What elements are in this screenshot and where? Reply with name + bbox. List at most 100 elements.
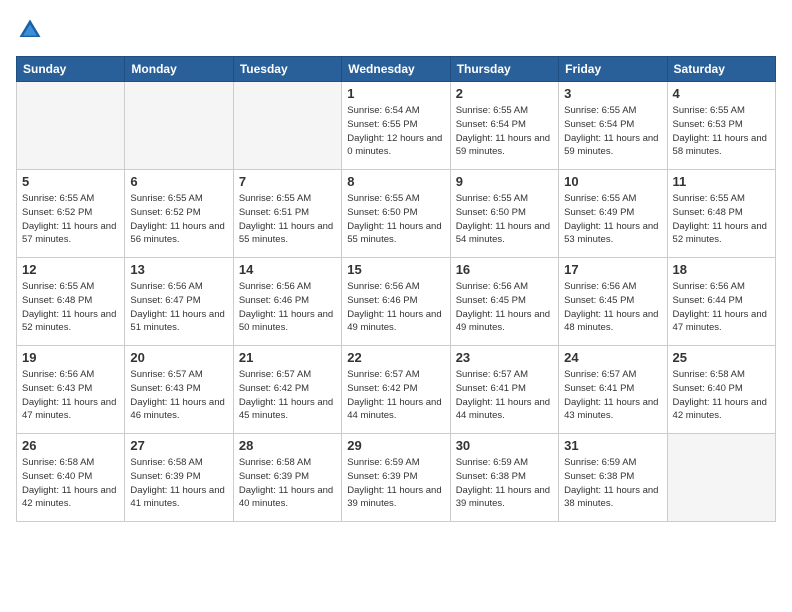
- header: [16, 16, 776, 44]
- calendar-day-2: 2 Sunrise: 6:55 AMSunset: 6:54 PMDaylight…: [450, 82, 558, 170]
- calendar-day-13: 13 Sunrise: 6:56 AMSunset: 6:47 PMDayligh…: [125, 258, 233, 346]
- calendar-day-26: 26Sunrise: 6:58 AMSunset: 6:40 PMDayligh…: [17, 434, 125, 522]
- calendar-day-24: 24 Sunrise: 6:57 AMSunset: 6:41 PMDayligh…: [559, 346, 667, 434]
- calendar-header-saturday: Saturday: [667, 57, 775, 82]
- day-number: 10: [564, 174, 661, 189]
- day-number: 28: [239, 438, 336, 453]
- calendar-day-12: 12 Sunrise: 6:55 AMSunset: 6:48 PMDayligh…: [17, 258, 125, 346]
- day-info: Sunrise: 6:58 AMSunset: 6:39 PMDaylight:…: [130, 456, 227, 511]
- calendar-day-19: 19Sunrise: 6:56 AMSunset: 6:43 PMDayligh…: [17, 346, 125, 434]
- day-number: 16: [456, 262, 553, 277]
- day-info: Sunrise: 6:55 AMSunset: 6:50 PMDaylight:…: [347, 192, 444, 247]
- day-info: Sunrise: 6:55 AMSunset: 6:50 PMDaylight:…: [456, 192, 553, 247]
- calendar-table: SundayMondayTuesdayWednesdayThursdayFrid…: [16, 56, 776, 522]
- calendar-day-8: 8 Sunrise: 6:55 AMSunset: 6:50 PMDaylight…: [342, 170, 450, 258]
- calendar-day-20: 20Sunrise: 6:57 AMSunset: 6:43 PMDayligh…: [125, 346, 233, 434]
- day-info: Sunrise: 6:57 AMSunset: 6:43 PMDaylight:…: [130, 368, 227, 423]
- day-number: 18: [673, 262, 770, 277]
- calendar-day-14: 14 Sunrise: 6:56 AMSunset: 6:46 PMDayligh…: [233, 258, 341, 346]
- calendar-day-10: 10 Sunrise: 6:55 AMSunset: 6:49 PMDayligh…: [559, 170, 667, 258]
- calendar-header-thursday: Thursday: [450, 57, 558, 82]
- day-number: 26: [22, 438, 119, 453]
- day-info: Sunrise: 6:55 AMSunset: 6:48 PMDaylight:…: [673, 192, 770, 247]
- day-info: Sunrise: 6:56 AMSunset: 6:46 PMDaylight:…: [347, 280, 444, 335]
- day-number: 11: [673, 174, 770, 189]
- day-info: Sunrise: 6:59 AMSunset: 6:39 PMDaylight:…: [347, 456, 444, 511]
- calendar-day-23: 23 Sunrise: 6:57 AMSunset: 6:41 PMDayligh…: [450, 346, 558, 434]
- calendar-week-3: 12 Sunrise: 6:55 AMSunset: 6:48 PMDayligh…: [17, 258, 776, 346]
- day-number: 13: [130, 262, 227, 277]
- calendar-day-21: 21 Sunrise: 6:57 AMSunset: 6:42 PMDayligh…: [233, 346, 341, 434]
- calendar-day-3: 3Sunrise: 6:55 AMSunset: 6:54 PMDaylight…: [559, 82, 667, 170]
- calendar-day-31: 31 Sunrise: 6:59 AMSunset: 6:38 PMDayligh…: [559, 434, 667, 522]
- day-number: 8: [347, 174, 444, 189]
- day-info: Sunrise: 6:55 AMSunset: 6:49 PMDaylight:…: [564, 192, 661, 247]
- calendar-day-empty: [233, 82, 341, 170]
- calendar-day-25: 25Sunrise: 6:58 AMSunset: 6:40 PMDayligh…: [667, 346, 775, 434]
- day-number: 9: [456, 174, 553, 189]
- day-info: Sunrise: 6:55 AMSunset: 6:51 PMDaylight:…: [239, 192, 336, 247]
- day-info: Sunrise: 6:54 AMSunset: 6:55 PMDaylight:…: [347, 104, 444, 159]
- day-info: Sunrise: 6:58 AMSunset: 6:39 PMDaylight:…: [239, 456, 336, 511]
- day-number: 24: [564, 350, 661, 365]
- day-number: 21: [239, 350, 336, 365]
- calendar-day-empty: [17, 82, 125, 170]
- day-number: 29: [347, 438, 444, 453]
- calendar-day-1: 1 Sunrise: 6:54 AMSunset: 6:55 PMDaylight…: [342, 82, 450, 170]
- day-number: 30: [456, 438, 553, 453]
- calendar-header-friday: Friday: [559, 57, 667, 82]
- day-number: 22: [347, 350, 444, 365]
- calendar-day-15: 15 Sunrise: 6:56 AMSunset: 6:46 PMDayligh…: [342, 258, 450, 346]
- calendar-week-1: 1 Sunrise: 6:54 AMSunset: 6:55 PMDaylight…: [17, 82, 776, 170]
- calendar-day-30: 30 Sunrise: 6:59 AMSunset: 6:38 PMDayligh…: [450, 434, 558, 522]
- calendar-day-18: 18Sunrise: 6:56 AMSunset: 6:44 PMDayligh…: [667, 258, 775, 346]
- calendar-header-tuesday: Tuesday: [233, 57, 341, 82]
- logo: [16, 16, 48, 44]
- day-number: 27: [130, 438, 227, 453]
- calendar-day-29: 29 Sunrise: 6:59 AMSunset: 6:39 PMDayligh…: [342, 434, 450, 522]
- calendar-header-row: SundayMondayTuesdayWednesdayThursdayFrid…: [17, 57, 776, 82]
- logo-icon: [16, 16, 44, 44]
- calendar-day-22: 22 Sunrise: 6:57 AMSunset: 6:42 PMDayligh…: [342, 346, 450, 434]
- calendar-day-11: 11 Sunrise: 6:55 AMSunset: 6:48 PMDayligh…: [667, 170, 775, 258]
- day-info: Sunrise: 6:59 AMSunset: 6:38 PMDaylight:…: [456, 456, 553, 511]
- day-info: Sunrise: 6:57 AMSunset: 6:41 PMDaylight:…: [564, 368, 661, 423]
- day-number: 15: [347, 262, 444, 277]
- calendar-day-empty: [667, 434, 775, 522]
- calendar-day-28: 28 Sunrise: 6:58 AMSunset: 6:39 PMDayligh…: [233, 434, 341, 522]
- calendar-header-monday: Monday: [125, 57, 233, 82]
- day-number: 25: [673, 350, 770, 365]
- day-number: 23: [456, 350, 553, 365]
- day-number: 3: [564, 86, 661, 101]
- day-info: Sunrise: 6:57 AMSunset: 6:42 PMDaylight:…: [347, 368, 444, 423]
- day-number: 14: [239, 262, 336, 277]
- day-number: 6: [130, 174, 227, 189]
- day-number: 7: [239, 174, 336, 189]
- calendar-week-4: 19Sunrise: 6:56 AMSunset: 6:43 PMDayligh…: [17, 346, 776, 434]
- day-info: Sunrise: 6:55 AMSunset: 6:53 PMDaylight:…: [673, 104, 770, 159]
- calendar-day-empty: [125, 82, 233, 170]
- day-number: 5: [22, 174, 119, 189]
- page-container: SundayMondayTuesdayWednesdayThursdayFrid…: [0, 0, 792, 534]
- calendar-header-wednesday: Wednesday: [342, 57, 450, 82]
- day-info: Sunrise: 6:55 AMSunset: 6:54 PMDaylight:…: [456, 104, 553, 159]
- day-info: Sunrise: 6:55 AMSunset: 6:52 PMDaylight:…: [22, 192, 119, 247]
- day-number: 31: [564, 438, 661, 453]
- day-info: Sunrise: 6:59 AMSunset: 6:38 PMDaylight:…: [564, 456, 661, 511]
- day-number: 19: [22, 350, 119, 365]
- day-info: Sunrise: 6:55 AMSunset: 6:48 PMDaylight:…: [22, 280, 119, 335]
- day-number: 12: [22, 262, 119, 277]
- calendar-day-5: 5 Sunrise: 6:55 AMSunset: 6:52 PMDaylight…: [17, 170, 125, 258]
- day-number: 17: [564, 262, 661, 277]
- day-info: Sunrise: 6:56 AMSunset: 6:46 PMDaylight:…: [239, 280, 336, 335]
- calendar-day-6: 6 Sunrise: 6:55 AMSunset: 6:52 PMDaylight…: [125, 170, 233, 258]
- day-number: 1: [347, 86, 444, 101]
- calendar-day-17: 17Sunrise: 6:56 AMSunset: 6:45 PMDayligh…: [559, 258, 667, 346]
- calendar-day-7: 7 Sunrise: 6:55 AMSunset: 6:51 PMDaylight…: [233, 170, 341, 258]
- day-info: Sunrise: 6:56 AMSunset: 6:47 PMDaylight:…: [130, 280, 227, 335]
- day-number: 2: [456, 86, 553, 101]
- day-info: Sunrise: 6:57 AMSunset: 6:42 PMDaylight:…: [239, 368, 336, 423]
- day-info: Sunrise: 6:57 AMSunset: 6:41 PMDaylight:…: [456, 368, 553, 423]
- day-info: Sunrise: 6:55 AMSunset: 6:52 PMDaylight:…: [130, 192, 227, 247]
- calendar-week-2: 5 Sunrise: 6:55 AMSunset: 6:52 PMDaylight…: [17, 170, 776, 258]
